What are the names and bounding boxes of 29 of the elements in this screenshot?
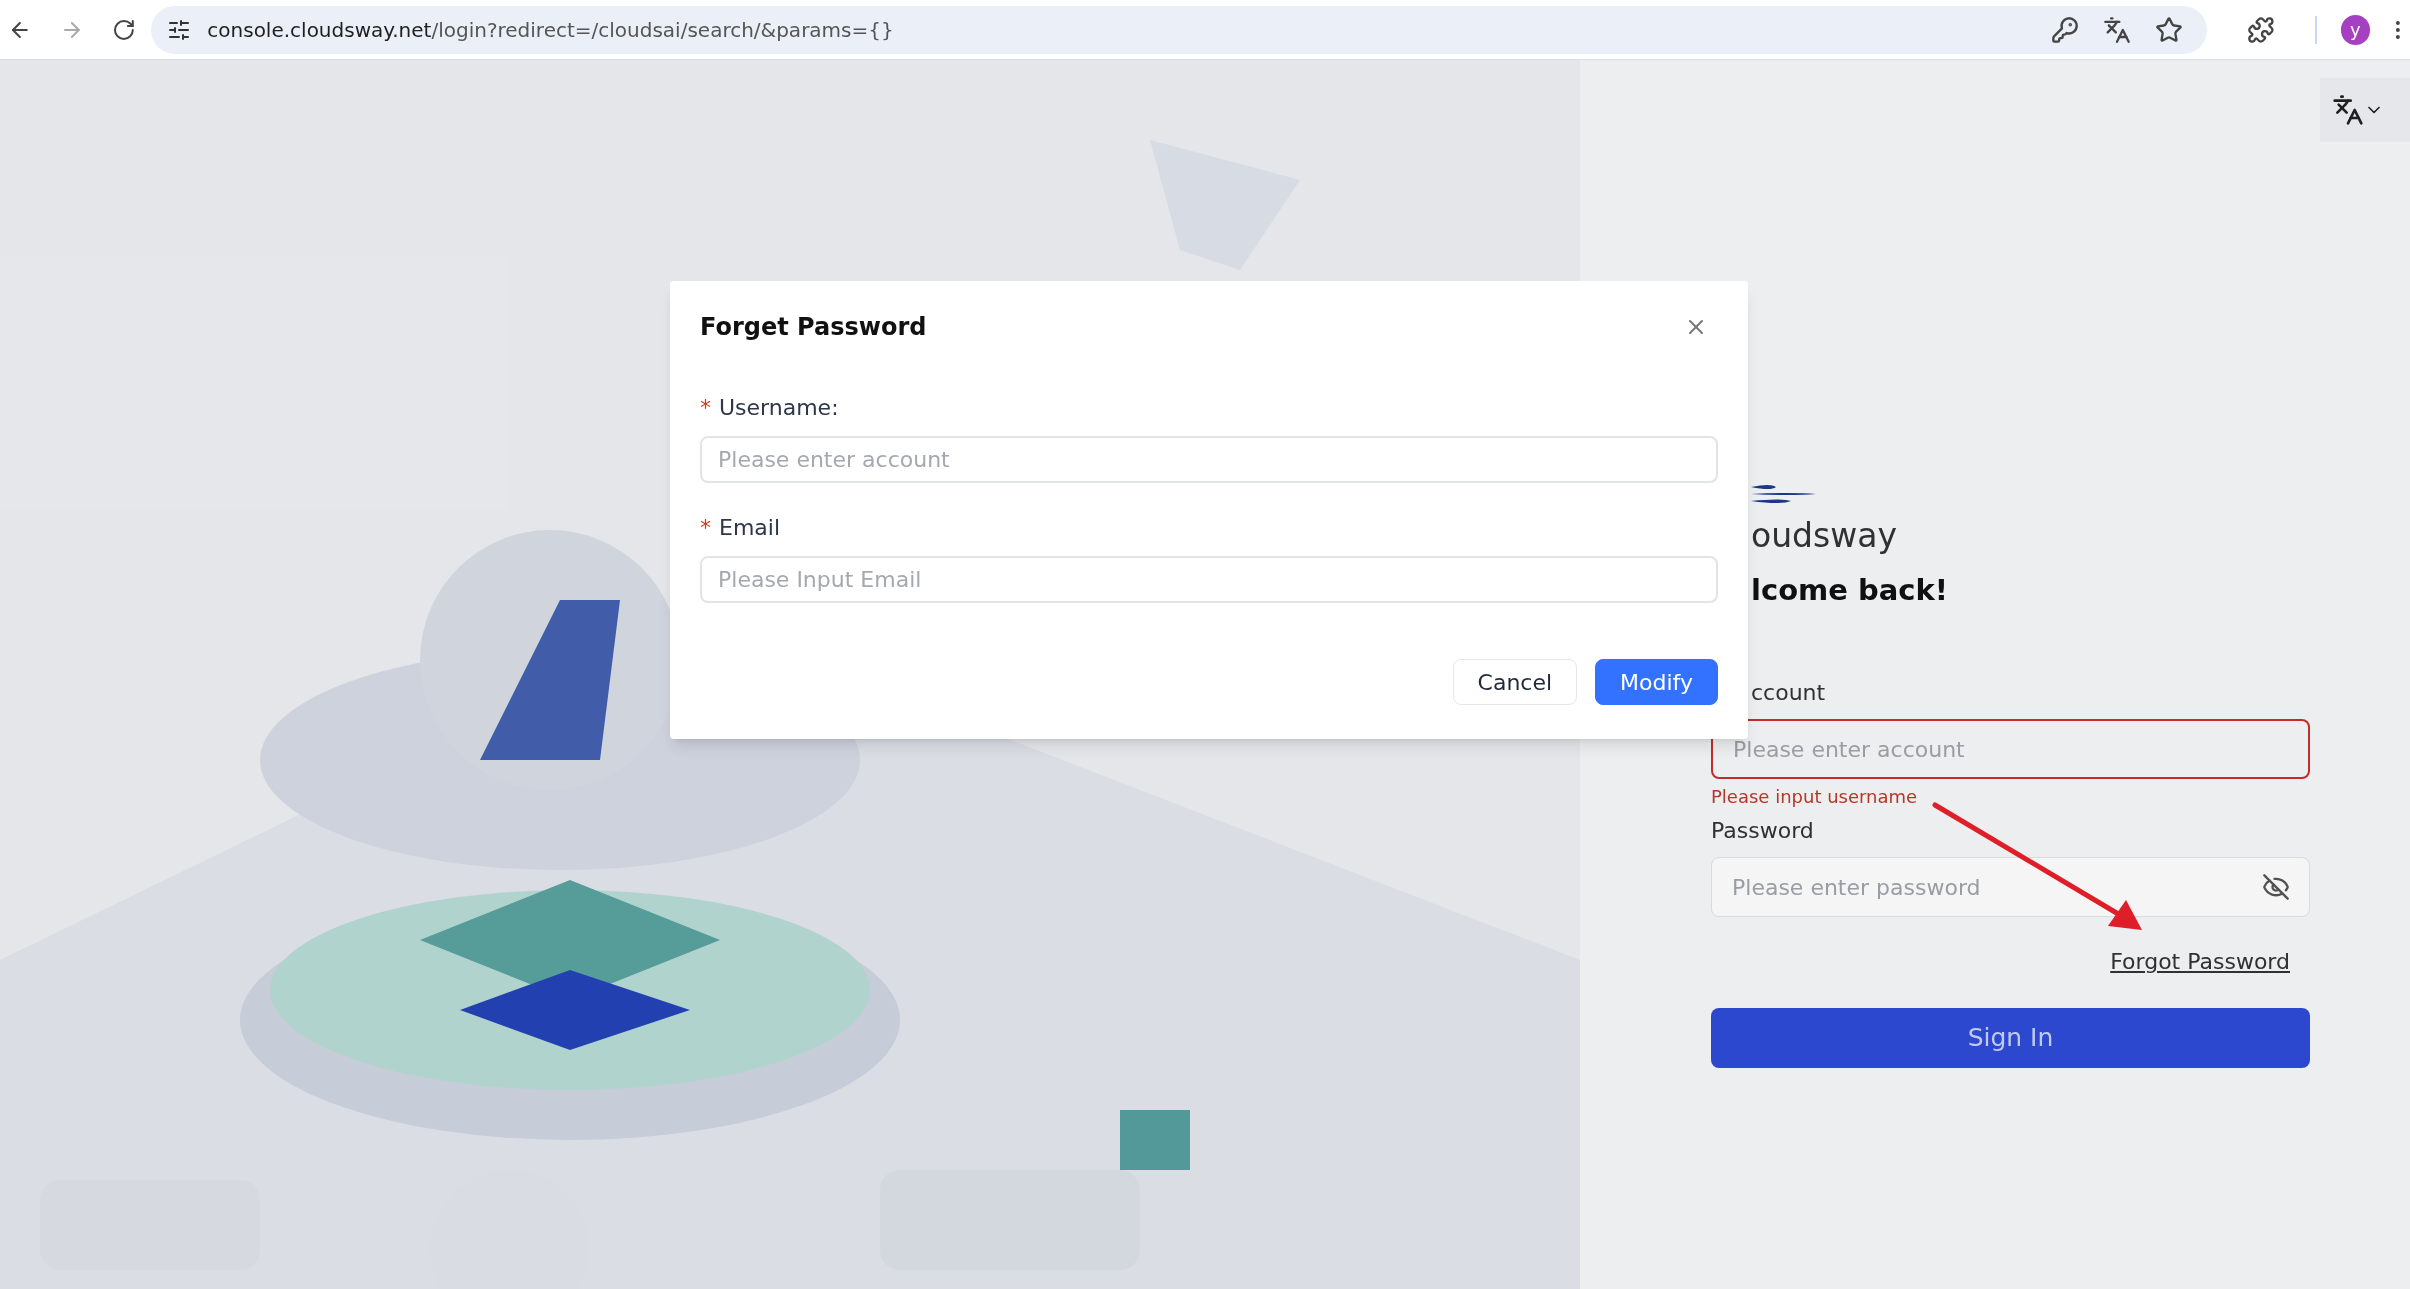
eye-off-icon[interactable] — [2262, 873, 2290, 901]
forgot-password-link[interactable]: Forgot Password — [2110, 945, 2290, 978]
url-text: console.cloudsway.net/login?redirect=/cloudsai/search/&params={} — [207, 16, 894, 44]
password-input[interactable]: Please enter password — [1711, 857, 2310, 917]
modify-button[interactable]: Modify — [1595, 659, 1718, 705]
cancel-button[interactable]: Cancel — [1452, 659, 1578, 705]
translate-icon[interactable] — [2102, 15, 2131, 44]
error-message: Please input username — [1711, 785, 1919, 809]
language-icon[interactable] — [2332, 94, 2364, 126]
profile-avatar[interactable]: y — [2340, 14, 2371, 45]
field-label: Email — [719, 514, 781, 542]
account-label: ccount — [1751, 679, 1827, 707]
required-asterisk: * — [700, 394, 711, 422]
bookmark-star-icon[interactable] — [2154, 15, 2183, 44]
address-bar[interactable]: console.cloudsway.net/login?redirect=/cloudsai/search/&params={} — [151, 5, 2207, 54]
extensions-icon[interactable] — [2246, 15, 2275, 44]
brand-name: oudsway — [1751, 515, 1898, 557]
welcome-heading: lcome back! — [1751, 571, 1950, 609]
site-settings-icon[interactable] — [167, 17, 192, 42]
text-input[interactable]: Please Input Email — [700, 556, 1718, 603]
reload-icon[interactable] — [111, 17, 136, 42]
dialog-title: Forget Password — [700, 312, 927, 343]
field-label: Username: — [719, 394, 839, 422]
text-input[interactable]: Please enter account — [700, 436, 1718, 483]
required-asterisk: * — [700, 514, 711, 542]
account-input[interactable]: Please enter account — [1711, 719, 2310, 779]
key-icon[interactable] — [2050, 15, 2079, 44]
password-label: Password — [1711, 817, 1815, 845]
sign-in-button[interactable]: Sign In — [1711, 1008, 2310, 1068]
